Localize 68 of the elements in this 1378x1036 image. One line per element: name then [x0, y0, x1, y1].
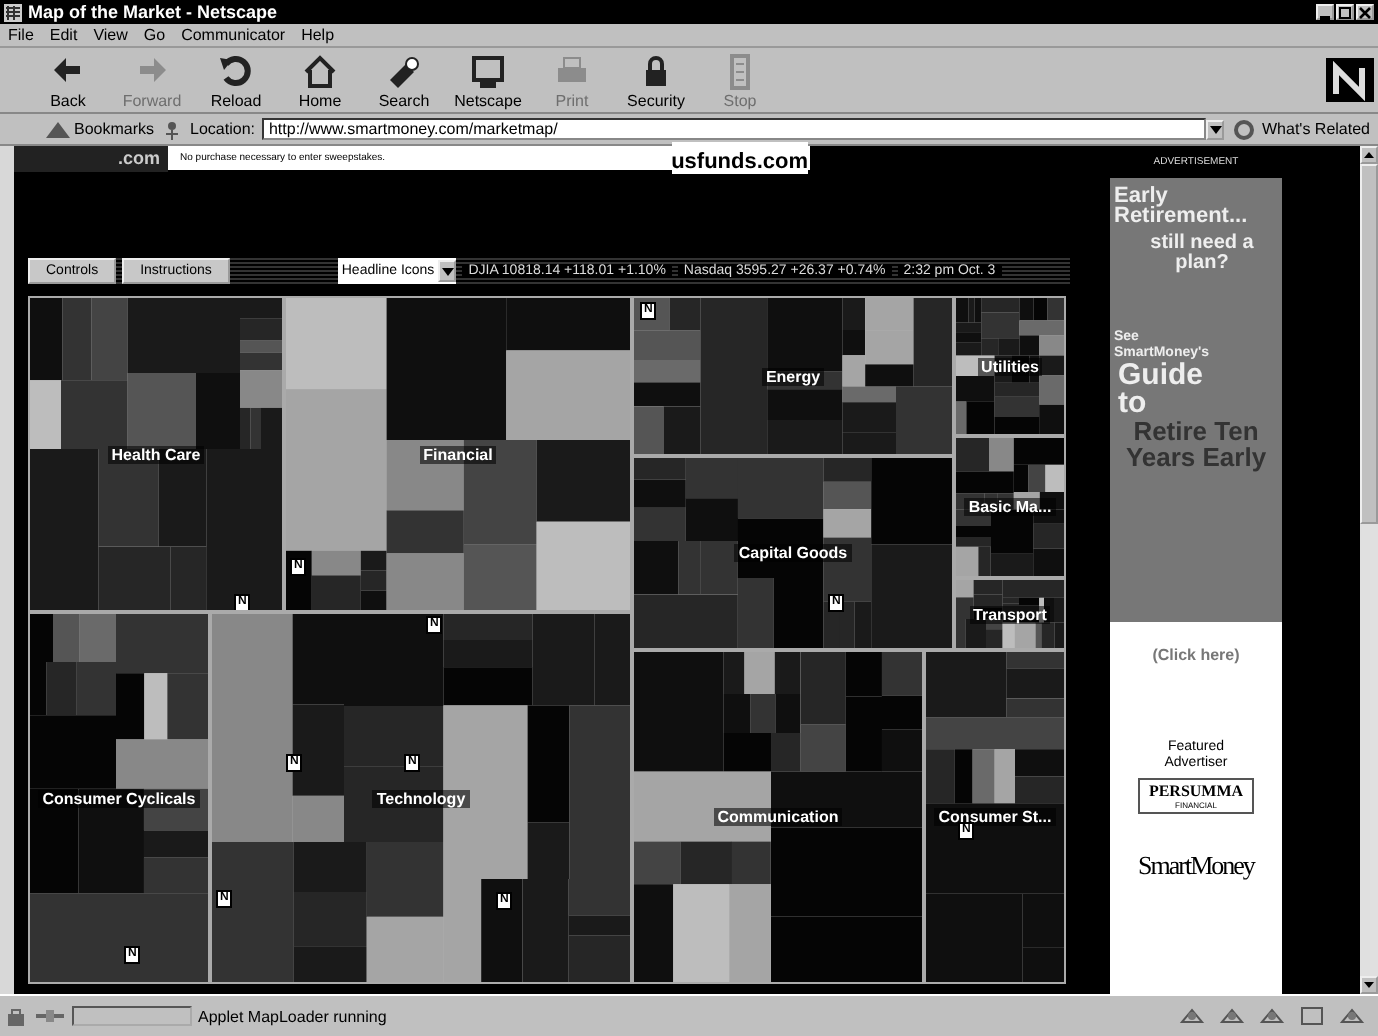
advertiser-name: PERSUMMA [1148, 782, 1244, 800]
close-icon [1358, 5, 1372, 19]
minimize-button[interactable] [1316, 4, 1334, 20]
toolbar-button[interactable]: Reload [196, 51, 276, 109]
related-icon [1232, 119, 1260, 139]
letter-n-logo-icon [1326, 58, 1374, 102]
toolbar-button[interactable]: Search [364, 51, 444, 109]
sector-label: Technology [372, 789, 470, 807]
sector-block[interactable]: Communication [632, 650, 924, 984]
toolbar-button[interactable]: Netscape [448, 51, 528, 109]
monitor-icon [468, 51, 508, 91]
sector-block[interactable]: Utilities [954, 296, 1066, 436]
location-icon [162, 119, 183, 139]
toolbar-button[interactable]: Back [28, 51, 108, 109]
caret-icon [1209, 125, 1221, 133]
menu-item[interactable]: Edit [49, 26, 78, 44]
click-here-link[interactable]: (Click here) [1152, 646, 1240, 664]
sector-label: Utilities [977, 357, 1043, 375]
window-title: Map of the Market - Netscape [28, 2, 280, 22]
ad-text: Retire Ten Years Early [1123, 418, 1269, 470]
toolbar-button[interactable]: Security [616, 51, 696, 109]
url-field[interactable]: http://www.smartmoney.com/marketmap/ [262, 118, 1206, 140]
reload-icon [216, 51, 256, 91]
sector-label: Health Care [107, 445, 205, 463]
sector-label: Energy [761, 367, 825, 385]
sector-label: Basic Ma... [964, 498, 1056, 516]
progress-field [72, 1006, 192, 1026]
menu-item[interactable]: View [93, 26, 128, 44]
status-text: Applet MapLoader running [198, 1007, 389, 1025]
toolbar-button[interactable]: Home [280, 51, 360, 109]
connection-icon [34, 1006, 66, 1026]
whats-related-button[interactable]: What's Related [1232, 119, 1370, 139]
up-arrow-icon [1364, 152, 1374, 158]
brand-logo: SmartMoney [1138, 850, 1254, 882]
sponsor-name: usfunds.com [671, 142, 809, 174]
bookmarks-button[interactable]: Bookmarks [44, 119, 155, 139]
stock-tiles-drawing [956, 438, 1064, 576]
sector-label: Capital Goods [734, 544, 852, 562]
sector-block[interactable]: Basic Ma... [954, 436, 1066, 578]
location-label: Location: [190, 120, 255, 138]
ad-headline: Early Retirement... [1114, 186, 1250, 226]
sector-label: Financial [419, 445, 497, 463]
ad-text: Guide to [1118, 362, 1198, 418]
sector-block[interactable]: Transport [954, 578, 1066, 650]
maximize-icon [1338, 5, 1352, 19]
maximize-button[interactable] [1336, 4, 1354, 20]
dropdown-button[interactable] [1206, 119, 1224, 139]
house-icon [300, 51, 340, 91]
close-button[interactable] [1356, 4, 1374, 20]
down-arrow-icon [1364, 982, 1374, 988]
caret-icon [441, 267, 454, 275]
scroll-down-button[interactable] [1360, 976, 1378, 994]
sector-label: Consumer St... [934, 808, 1056, 826]
scroll-thumb[interactable] [1360, 164, 1378, 524]
ad-headline: still need a plan? [1148, 234, 1256, 274]
scroll-up-button[interactable] [1360, 146, 1378, 164]
scrollbar[interactable] [1360, 146, 1378, 994]
menu-item[interactable]: File [8, 26, 34, 44]
menu-item[interactable]: Go [143, 26, 166, 44]
sector-label: Consumer Cyclicals [38, 789, 200, 807]
padlock-icon [4, 1006, 28, 1026]
sector-label: Transport [969, 605, 1051, 623]
stock-tiles-drawing [956, 298, 1064, 434]
sector-label: Communication [713, 808, 843, 826]
bookmark-icon [44, 119, 72, 139]
menu-item[interactable]: Help [301, 26, 335, 44]
menu-item[interactable]: Communicator [181, 26, 286, 44]
banner-site-text: .com [14, 146, 169, 172]
